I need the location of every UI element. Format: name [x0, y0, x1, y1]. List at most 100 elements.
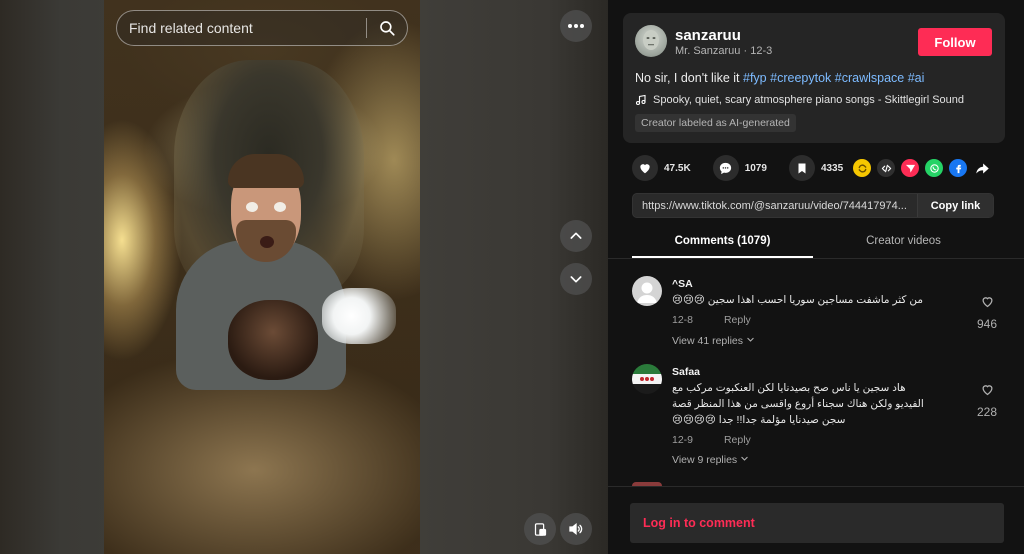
paper-plane-icon	[905, 164, 915, 173]
facebook-icon[interactable]	[949, 159, 967, 177]
comment-date: 12-8	[672, 314, 694, 326]
heart-outline-icon	[981, 385, 993, 396]
follow-button[interactable]: Follow	[918, 28, 992, 56]
video-spider-figure	[228, 300, 318, 380]
author-avatar[interactable]	[635, 25, 667, 57]
more-options-button[interactable]	[560, 10, 592, 42]
like-count: 47.5K	[664, 162, 691, 174]
search-button[interactable]	[367, 11, 407, 45]
comment-text: هاد سجين يا ناس صح بصيدنايا لكن العنكبوت…	[672, 382, 924, 426]
view-replies-label: View 41 replies	[672, 335, 744, 347]
login-to-comment-link[interactable]: Log in to comment	[643, 516, 755, 530]
save-icon-wrap	[788, 155, 815, 181]
search-box	[116, 10, 408, 46]
floating-player-icon	[534, 522, 546, 536]
hashtag-ai[interactable]: #ai	[908, 71, 925, 85]
person-mouth	[260, 236, 274, 248]
previous-video-button[interactable]	[560, 220, 592, 252]
comment-count: 1079	[744, 162, 767, 174]
view-replies-button[interactable]: View 9 replies	[672, 454, 749, 466]
flag-avatar-icon	[632, 364, 662, 394]
comment-like-count: 228	[976, 405, 998, 419]
comment-icon-wrap	[712, 155, 739, 181]
repost-icon[interactable]	[853, 159, 871, 177]
ai-generated-label: Creator labeled as AI-generated	[635, 114, 796, 132]
comment-list[interactable]: ^SA من كثر ماشفت مساجين سوريا احسب اهذا …	[608, 260, 1024, 486]
login-to-comment-box[interactable]: Log in to comment	[630, 503, 1004, 543]
hashtag-crawlspace[interactable]: #crawlspace	[835, 71, 904, 85]
music-title: Spooky, quiet, scary atmosphere piano so…	[653, 94, 965, 106]
search-icon	[380, 21, 395, 36]
comment-username[interactable]: ^SA	[672, 278, 693, 290]
share-row	[853, 159, 991, 177]
comment-avatar[interactable]	[632, 364, 662, 394]
video-url[interactable]: https://www.tiktok.com/@sanzaruu/video/7…	[633, 200, 917, 212]
comment-like-button[interactable]: 946	[972, 294, 1002, 331]
comment-input-bar: Log in to comment	[608, 486, 1024, 554]
comment-meta: 12-8 Reply	[672, 314, 751, 326]
reply-button[interactable]: Reply	[724, 314, 751, 326]
hashtag-creepytok[interactable]: #creepytok	[770, 71, 831, 85]
send-icon[interactable]	[901, 159, 919, 177]
comment-item: Safaa هاد سجين يا ناس صح بصيدنايا لكن ال…	[632, 364, 1002, 474]
tab-comments[interactable]: Comments (1079)	[632, 228, 813, 258]
embed-icon[interactable]	[877, 159, 895, 177]
like-icon-wrap	[632, 155, 658, 181]
music-info[interactable]: Spooky, quiet, scary atmosphere piano so…	[635, 94, 964, 106]
video-player[interactable]	[0, 0, 608, 554]
volume-button[interactable]	[560, 513, 592, 545]
person-eye-right	[274, 202, 286, 212]
person-eye-left	[246, 202, 258, 212]
comment-avatar[interactable]	[632, 276, 662, 306]
view-replies-button[interactable]: View 41 replies	[672, 335, 755, 347]
comment-username[interactable]: Safaa	[672, 366, 700, 378]
reply-button[interactable]: Reply	[724, 434, 751, 446]
video-flashlight-glow	[322, 288, 396, 344]
whatsapp-icon[interactable]	[925, 159, 943, 177]
like-button[interactable]: 47.5K	[632, 155, 691, 181]
repost-arrows-icon	[858, 163, 866, 173]
save-button[interactable]: 4335	[788, 155, 844, 181]
comment-date: 12-9	[672, 434, 694, 446]
caption-text: No sir, I don't like it	[635, 71, 740, 85]
chevron-down-icon	[570, 276, 582, 283]
default-avatar-icon	[637, 282, 657, 303]
volume-icon	[569, 522, 583, 536]
save-count: 4335	[820, 162, 844, 174]
code-brackets-icon	[881, 164, 891, 172]
video-frame[interactable]	[104, 0, 420, 554]
copy-link-button[interactable]: Copy link	[917, 194, 993, 217]
comment-text: من كثر ماشفت مساجين سوريا احسب اهذا سجين…	[672, 294, 923, 306]
tab-creator-videos[interactable]: Creator videos	[813, 228, 994, 258]
comment-like-button[interactable]: 228	[972, 382, 1002, 419]
tabs-divider	[608, 258, 1024, 259]
forward-arrow-icon	[975, 163, 989, 173]
side-panel: sanzaruu Mr. Sanzaruu · 12-3 Follow No s…	[608, 0, 1024, 554]
author-username[interactable]: sanzaruu	[675, 27, 741, 44]
avatar-face-icon	[643, 30, 659, 50]
heart-icon	[640, 164, 650, 174]
post-date: 12-3	[750, 45, 773, 57]
hashtag-fyp[interactable]: #fyp	[743, 71, 767, 85]
comment-item: ^SA من كثر ماشفت مساجين سوريا احسب اهذا …	[632, 276, 1002, 356]
share-arrow-icon[interactable]	[973, 159, 991, 177]
comment-bubble-icon	[720, 162, 732, 174]
next-video-button[interactable]	[560, 263, 592, 295]
video-info-card: sanzaruu Mr. Sanzaruu · 12-3 Follow No s…	[623, 13, 1005, 143]
action-bar: 47.5K 1079 4335	[632, 155, 865, 181]
author-display-name[interactable]: Mr. Sanzaruu	[675, 45, 740, 57]
author-meta: Mr. Sanzaruu · 12-3	[675, 45, 772, 57]
copy-link-row: https://www.tiktok.com/@sanzaruu/video/7…	[632, 193, 994, 218]
whatsapp-phone-icon	[929, 163, 939, 173]
video-caption: No sir, I don't like it #fyp #creepytok …	[635, 71, 924, 85]
floating-player-button[interactable]	[524, 513, 556, 545]
search-input[interactable]	[129, 20, 366, 36]
chevron-up-icon	[570, 232, 582, 239]
panel-tabs: Comments (1079) Creator videos	[632, 228, 994, 258]
music-note-icon	[635, 94, 646, 106]
meta-separator: ·	[743, 45, 748, 57]
comment-button[interactable]: 1079	[712, 155, 767, 181]
chevron-down-icon	[741, 456, 748, 461]
heart-outline-icon	[981, 297, 993, 308]
more-dots-icon	[568, 24, 584, 28]
